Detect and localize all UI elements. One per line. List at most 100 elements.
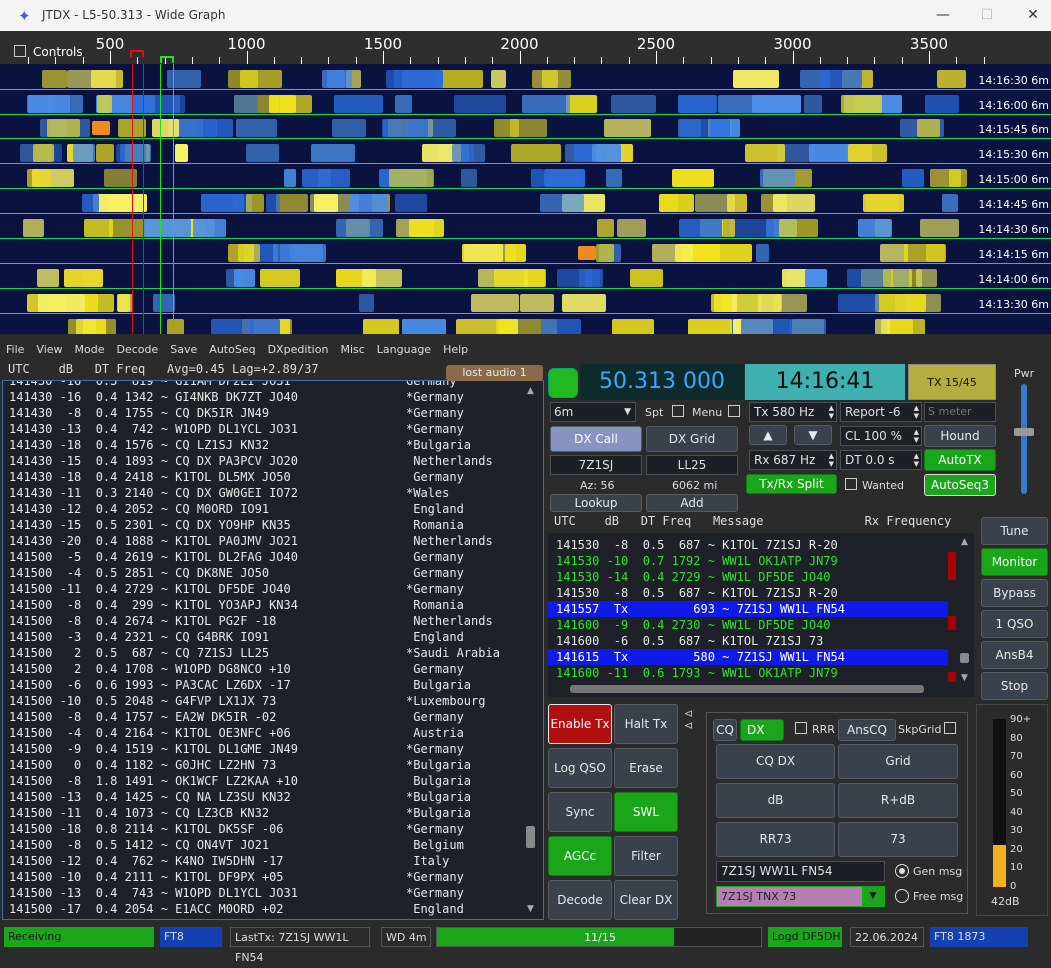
band-activity-scrollbar[interactable]: ▲ ▼ bbox=[524, 386, 538, 914]
side-button-monitor[interactable]: Monitor bbox=[981, 548, 1048, 576]
band-activity-row[interactable]: 141430 -15 0.4 1893 ~ CQ DX PA3PCV JO20 … bbox=[3, 453, 543, 469]
dt-spinbox[interactable]: DT 0.0 s ▲ ▼ bbox=[840, 450, 922, 470]
rx-tx-row[interactable]: 141615 Tx 580 ~ 7Z1SJ WW1L FN54 bbox=[548, 649, 948, 665]
band-activity-row[interactable]: 141500 -8 0.4 2674 ~ K1TOL PG2F -18 Neth… bbox=[3, 613, 543, 629]
band-activity-row[interactable]: 141430 -12 0.4 2052 ~ CQ M0ORD IO91 Engl… bbox=[3, 501, 543, 517]
sync-button[interactable]: Sync bbox=[548, 792, 612, 832]
filter-button[interactable]: Filter bbox=[614, 836, 678, 876]
band-activity-row[interactable]: 141500 -8 0.5 1412 ~ CQ ON4VT JO21 Belgi… bbox=[3, 837, 543, 853]
rx-frequency-list[interactable]: 141530 -8 0.5 687 ~ K1TOL 7Z1SJ R-20 1415… bbox=[548, 533, 974, 697]
rrr-checkbox[interactable] bbox=[795, 722, 807, 734]
frequency-ruler[interactable]: Controls 500 1000 1500 2000 2500 3000 3500 bbox=[0, 31, 1051, 65]
dial-frequency[interactable]: 50.313 000 bbox=[580, 364, 744, 400]
rx-scrollbar[interactable]: ▲ ▼ bbox=[958, 537, 972, 683]
band-activity-row[interactable]: 141500 -3 0.4 2321 ~ CQ G4BRK IO91 Engla… bbox=[3, 629, 543, 645]
cq-dx-button[interactable]: CQ DX bbox=[716, 744, 835, 779]
skpgrid-checkbox[interactable] bbox=[944, 722, 956, 734]
autoseq-button[interactable]: AutoSeq3 bbox=[924, 474, 996, 496]
free-msg-radio[interactable] bbox=[895, 889, 909, 903]
maximize-button[interactable]: ☐ bbox=[972, 4, 1002, 26]
side-button-tune[interactable]: Tune bbox=[981, 517, 1048, 545]
log-qso-button[interactable]: Log QSO bbox=[548, 748, 612, 788]
decode-button[interactable]: Decode bbox=[548, 880, 612, 920]
band-activity-row[interactable]: 141430 -18 0.4 1576 ~ CQ LZ1SJ KN32 *Bulg… bbox=[3, 437, 543, 453]
menu-view[interactable]: View bbox=[30, 340, 68, 360]
dx-grid-field[interactable]: LL25 bbox=[646, 455, 738, 475]
band-activity-row[interactable]: 141500 -11 0.4 1073 ~ CQ LZ3CB KN32 *Bulg… bbox=[3, 805, 543, 821]
rx-decode-row[interactable]: 141530 -10 0.7 1792 ~ WW1L OK1ATP JN79 bbox=[548, 553, 974, 569]
menu-save[interactable]: Save bbox=[164, 340, 203, 360]
report-spinbox[interactable]: Report -6 ▲ ▼ bbox=[840, 402, 922, 422]
band-activity-row[interactable]: 141500 -18 0.8 2114 ~ K1TOL DK5SF -06 *Ge… bbox=[3, 821, 543, 837]
rx-freq-spinbox[interactable]: Rx 687 Hz ▲ ▼ bbox=[749, 450, 837, 470]
band-activity-row[interactable]: 141500 0 0.4 1182 ~ G0JHC LZ2HN 73 *Bulga… bbox=[3, 757, 543, 773]
menu-language[interactable]: Language bbox=[371, 340, 437, 360]
menu-help[interactable]: Help bbox=[437, 340, 474, 360]
lookup-button[interactable]: Lookup bbox=[550, 494, 642, 512]
band-activity-row[interactable]: 141430 -15 0.5 2301 ~ CQ DX YO9HP KN35 R… bbox=[3, 517, 543, 533]
band-activity-row[interactable]: 141500 -9 0.4 1519 ~ K1TOL DL1GME JN49 *G… bbox=[3, 741, 543, 757]
rr73-button[interactable]: RR73 bbox=[716, 822, 835, 857]
menu-autoseq[interactable]: AutoSeq bbox=[203, 340, 261, 360]
band-activity-row[interactable]: 141430 -16 0.4 1342 ~ GI4NKB DK7ZT JO40 *… bbox=[3, 389, 543, 405]
grid-button[interactable]: Grid bbox=[838, 744, 958, 779]
r-db-button[interactable]: R+dB bbox=[838, 783, 958, 818]
tx-period-button[interactable]: TX 15/45 bbox=[908, 364, 996, 400]
freq-up-button[interactable]: ▲ bbox=[749, 425, 787, 445]
band-activity-list[interactable]: 141430 -16 0.3 819 ~ GI1AM DF2EI JO31 Ger… bbox=[2, 380, 544, 920]
band-activity-row[interactable]: 141500 -4 0.5 2851 ~ CQ DK8NE JO50 Germa… bbox=[3, 565, 543, 581]
freq-down-button[interactable]: ▼ bbox=[794, 425, 832, 445]
band-activity-row[interactable]: 141500 -5 0.4 2619 ~ K1TOL DL2FAG JO40 G… bbox=[3, 549, 543, 565]
menu-checkbox[interactable] bbox=[728, 405, 740, 417]
side-button-1-qso[interactable]: 1 QSO bbox=[981, 610, 1048, 638]
band-activity-row[interactable]: 141430 -20 0.4 1888 ~ K1TOL PA0JMV JO21 … bbox=[3, 533, 543, 549]
menu-dxpedition[interactable]: DXpedition bbox=[262, 340, 335, 360]
scroll-thumb[interactable] bbox=[526, 826, 535, 848]
enable-tx-button[interactable]: Enable Tx bbox=[548, 704, 612, 744]
menu-mode[interactable]: Mode bbox=[69, 340, 111, 360]
band-activity-row[interactable]: 141500 -17 0.4 2054 ~ E1ACC M0ORD +02 En… bbox=[3, 901, 543, 917]
s-meter-field[interactable]: S meter bbox=[924, 402, 996, 422]
band-activity-row[interactable]: 141430 -8 0.4 1755 ~ CQ DK5IR JN49 *Germa… bbox=[3, 405, 543, 421]
wanted-checkbox[interactable] bbox=[845, 478, 857, 490]
clear-dx-button[interactable]: Clear DX bbox=[614, 880, 678, 920]
rx-decode-row[interactable]: 141530 -8 0.5 687 ~ K1TOL 7Z1SJ R-20 bbox=[548, 585, 974, 601]
73-button[interactable]: 73 bbox=[838, 822, 958, 857]
dx-grid-button[interactable]: DX Grid bbox=[646, 426, 738, 452]
db-button[interactable]: dB bbox=[716, 783, 835, 818]
free-message-combo[interactable]: 7Z1SJ TNX 73 ▼ bbox=[716, 886, 885, 907]
hound-button[interactable]: Hound bbox=[924, 425, 996, 447]
band-activity-row[interactable]: 141500 -6 0.6 1993 ~ PA3CAC LZ6DX -17 Bu… bbox=[3, 677, 543, 693]
minimize-button[interactable]: — bbox=[928, 4, 958, 26]
band-activity-row[interactable]: 141500 -8 0.4 299 ~ K1TOL YO3APJ KN34 Ro… bbox=[3, 597, 543, 613]
band-activity-row[interactable]: 141500 -10 0.5 2048 ~ G4FVP LX1JX 73 *Lux… bbox=[3, 693, 543, 709]
rx-decode-row[interactable]: 141600 -9 0.4 2730 ~ WW1L DF5DE JO40 bbox=[548, 617, 974, 633]
menu-file[interactable]: File bbox=[0, 340, 30, 360]
menu-decode[interactable]: Decode bbox=[111, 340, 165, 360]
band-activity-row[interactable]: 141500 -4 0.4 2164 ~ K1TOL OE3NFC +06 Au… bbox=[3, 725, 543, 741]
rx-hscrollbar[interactable] bbox=[556, 684, 940, 694]
controls-checkbox[interactable] bbox=[14, 45, 26, 57]
swl-mode-button[interactable]: SWL mode bbox=[614, 792, 678, 857]
band-activity-row[interactable]: 141430 -11 0.3 2140 ~ CQ DX GW0GEI IO72 *… bbox=[3, 485, 543, 501]
menu-misc[interactable]: Misc bbox=[334, 340, 370, 360]
band-activity-row[interactable]: 141500 2 0.4 1708 ~ W1OPD DG8NCO +10 Ger… bbox=[3, 661, 543, 677]
close-button[interactable]: ✕ bbox=[1018, 4, 1048, 26]
band-activity-row[interactable]: 141500 2 0.5 687 ~ CQ 7Z1SJ LL25 *Saudi A… bbox=[3, 645, 543, 661]
spt-checkbox[interactable] bbox=[672, 405, 684, 417]
band-activity-row[interactable]: 141500 -8 1.8 1491 ~ OK1WCF LZ2KAA +10 B… bbox=[3, 773, 543, 789]
dx-call-button[interactable]: DX Call bbox=[550, 426, 642, 452]
add-button[interactable]: Add bbox=[646, 494, 738, 512]
band-activity-row[interactable]: 141430 -16 0.3 819 ~ GI1AM DF2EI JO31 Ger… bbox=[3, 381, 543, 389]
rx-decode-row[interactable]: 141530 -8 0.5 687 ~ K1TOL 7Z1SJ R-20 bbox=[548, 537, 974, 553]
rx-decode-row[interactable]: 141600 -6 0.5 687 ~ K1TOL 7Z1SJ 73 bbox=[548, 633, 974, 649]
autotx-button[interactable]: AutoTX bbox=[924, 449, 996, 471]
rx-decode-row[interactable]: 141530 -14 0.4 2729 ~ WW1L DF5DE JO40 bbox=[548, 569, 974, 585]
gen-msg-radio[interactable] bbox=[895, 864, 909, 878]
cq-button[interactable]: CQ bbox=[713, 719, 737, 741]
side-button-ansb4[interactable]: AnsB4 bbox=[981, 641, 1048, 669]
anscq-button[interactable]: AnsCQ bbox=[838, 719, 896, 741]
dx-call-field[interactable]: 7Z1SJ bbox=[550, 455, 642, 475]
rx-tx-row[interactable]: 141557 Tx 693 ~ 7Z1SJ WW1L FN54 bbox=[548, 601, 948, 617]
pwr-slider-handle[interactable] bbox=[1014, 428, 1034, 436]
